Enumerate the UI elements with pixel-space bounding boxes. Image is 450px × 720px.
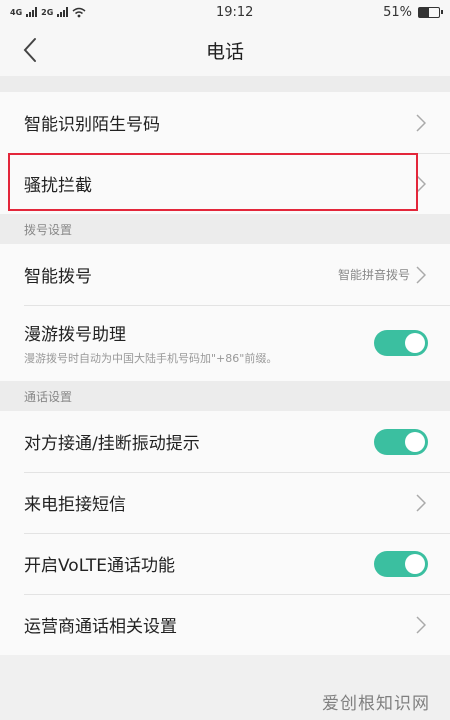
smart-dial-right: 智能拼音拨号 <box>337 265 426 284</box>
watermark: 爱创根知识网 <box>322 694 430 714</box>
dial-settings-header: 拨号设置 <box>0 214 450 244</box>
vibrate-hint-toggle[interactable] <box>374 428 428 455</box>
toggle-knob <box>405 333 425 353</box>
smart-dial-value: 智能拼音拨号 <box>337 268 410 282</box>
highlight-box <box>8 153 418 211</box>
toggle-knob <box>405 553 425 574</box>
smart-identify-label: 智能识别陌生号码 <box>24 115 160 135</box>
chevron-right-icon <box>416 113 426 132</box>
chevron-right-icon <box>416 493 426 512</box>
chevron-right-icon <box>416 615 426 634</box>
battery-percent: 51% <box>383 4 412 20</box>
signal-icon-2 <box>57 7 69 17</box>
status-bar: 4G 2G 19:12 51% <box>0 0 450 24</box>
dial-settings-group: 智能拨号 智能拼音拨号 漫游拨号助理 漫游拨号时自动为中国大陆手机号码加"+86… <box>0 244 450 381</box>
carrier-settings-row[interactable]: 运营商通话相关设置 <box>0 594 450 655</box>
chevron-right-icon <box>416 265 426 284</box>
smart-identify-row[interactable]: 智能识别陌生号码 <box>0 92 450 153</box>
wifi-icon <box>72 7 86 17</box>
back-button[interactable] <box>16 34 46 66</box>
roaming-assistant-label: 漫游拨号助理 <box>24 325 126 345</box>
network-type-left: 4G <box>10 7 23 17</box>
vibrate-hint-label: 对方接通/挂断振动提示 <box>24 434 200 454</box>
reject-sms-row[interactable]: 来电拒接短信 <box>0 472 450 533</box>
signal-group: 4G 2G <box>10 7 86 18</box>
smart-dial-row[interactable]: 智能拨号 智能拼音拨号 <box>0 244 450 305</box>
volte-toggle[interactable] <box>374 550 428 577</box>
volte-row: 开启VoLTE通话功能 <box>0 533 450 594</box>
battery-group: 51% <box>383 4 443 20</box>
call-settings-header: 通话设置 <box>0 381 450 411</box>
volte-label: 开启VoLTE通话功能 <box>24 556 175 576</box>
call-settings-group: 对方接通/挂断振动提示 来电拒接短信 开启VoLTE通话功能 运营商通话相关设置 <box>0 411 450 655</box>
battery-icon <box>418 6 443 18</box>
reject-sms-label: 来电拒接短信 <box>24 495 126 515</box>
roaming-assistant-desc: 漫游拨号时自动为中国大陆手机号码加"+86"前缀。 <box>24 352 278 365</box>
signal-icon <box>26 7 38 17</box>
vibrate-hint-row: 对方接通/挂断振动提示 <box>0 411 450 472</box>
page-title: 电话 <box>205 40 244 63</box>
back-arrow-icon <box>23 38 36 62</box>
clock: 19:12 <box>215 4 254 20</box>
spacer <box>0 76 450 92</box>
toggle-knob <box>405 431 425 452</box>
roaming-assistant-row: 漫游拨号助理 漫游拨号时自动为中国大陆手机号码加"+86"前缀。 <box>0 305 450 381</box>
roaming-assistant-toggle[interactable] <box>374 330 428 356</box>
carrier-settings-label: 运营商通话相关设置 <box>24 617 177 637</box>
title-bar: 电话 <box>0 24 450 76</box>
network-type-right: 2G <box>41 7 54 17</box>
smart-dial-label: 智能拨号 <box>24 267 92 287</box>
